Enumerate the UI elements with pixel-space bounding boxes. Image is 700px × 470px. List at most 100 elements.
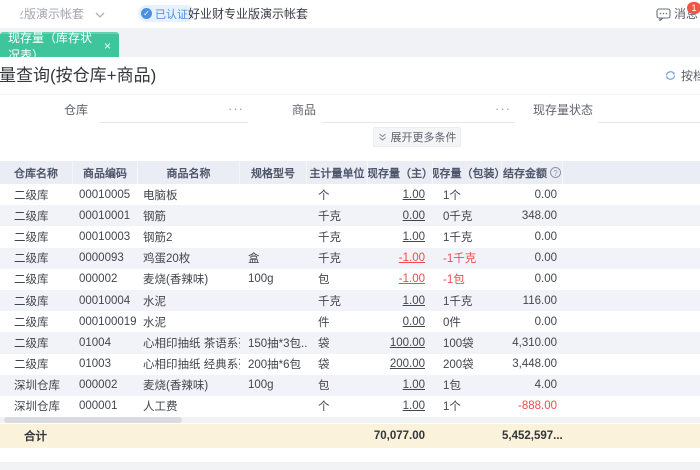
cell-unit: 件 <box>318 316 330 329</box>
cell-qty[interactable]: 1.00 <box>403 400 425 412</box>
cell-warehouse: 深圳仓库 <box>14 401 60 414</box>
table-row: 二级库 000100019 水泥 件 0.00 0件 0.00 <box>0 311 700 333</box>
cell-spec: 150抽*3包... <box>248 337 307 350</box>
cell-unit: 袋 <box>318 359 330 372</box>
page-title: 现存量查询(按仓库+商品) <box>0 66 157 85</box>
cell-code: 00010003 <box>79 230 131 243</box>
account-selector-label: 专业版演示帐套 <box>20 7 85 21</box>
tab-current-stock[interactable]: 现存量（库存状况表） × <box>0 31 119 62</box>
expand-row: 展开更多条件 <box>0 127 700 149</box>
account-selector[interactable]: 专业版演示帐套 <box>20 0 100 28</box>
col-spec-model: 规格型号 <box>240 161 307 184</box>
cell-code: 000100019 <box>79 315 137 328</box>
cell-pkg: 1个 <box>443 189 461 202</box>
stock-status-filter-input[interactable] <box>598 99 700 123</box>
cell-name: 心相印抽纸 茶语系列 ... <box>143 337 240 350</box>
total-row: 合计 70,077.00 5,452,597.... <box>0 424 700 448</box>
warehouse-filter-input[interactable] <box>100 99 248 123</box>
product-filter-input[interactable] <box>322 99 515 123</box>
cell-pkg: 200袋 <box>443 359 474 372</box>
cell-qty[interactable]: -1.00 <box>399 273 425 285</box>
stock-status-filter-label: 现存量状态 <box>533 103 594 117</box>
cell-amount: 116.00 <box>522 294 557 307</box>
scrollbar-thumb[interactable] <box>4 417 182 423</box>
titlebar: 现存量查询(按仓库+商品) 按档 <box>0 57 700 95</box>
cell-amount: -888.00 <box>517 400 557 413</box>
cell-amount: 0.00 <box>534 252 557 265</box>
cell-name: 钢筋 <box>143 210 166 223</box>
table-row: 二级库 00010004 水泥 千克 1.00 1千克 116.00 <box>0 289 700 312</box>
col-qty-main: 现存量（主） <box>368 161 433 184</box>
cell-pkg: 1千克 <box>443 231 473 244</box>
cell-qty[interactable]: 0.00 <box>403 316 425 328</box>
cell-code: 01004 <box>79 336 111 349</box>
switch-arrows-icon <box>664 69 677 82</box>
double-chevron-down-icon <box>378 133 387 142</box>
cell-pkg: 0千克 <box>443 210 473 223</box>
help-icon[interactable]: ? <box>550 167 561 178</box>
cell-amount: 0.00 <box>534 315 557 328</box>
chevron-down-icon[interactable] <box>95 12 105 18</box>
cell-amount: 3,448.00 <box>512 358 557 371</box>
col-balance-amount-label: 结存金额 <box>503 167 547 180</box>
col-qty-package: 现存量（包装） <box>433 161 502 184</box>
cell-unit: 千克 <box>318 231 341 244</box>
cell-name: 鸡蛋20枚 <box>143 253 191 266</box>
cell-qty[interactable]: 0.00 <box>403 210 425 222</box>
cell-amount: 0.00 <box>534 230 557 243</box>
close-icon[interactable]: × <box>104 39 111 53</box>
cell-qty[interactable]: 1.00 <box>403 189 425 201</box>
cell-pkg: -1包 <box>443 274 465 287</box>
col-product-name: 商品名称 <box>138 161 240 184</box>
warehouse-picker-icon[interactable]: ··· <box>228 95 244 123</box>
total-balance-amount: 5,452,597.... <box>502 430 563 442</box>
cell-unit: 个 <box>318 189 330 202</box>
cell-pkg: 1个 <box>443 401 461 414</box>
cell-warehouse: 二级库 <box>14 274 49 287</box>
table-header: 仓库名称 商品编码 商品名称 规格型号 主计量单位 现存量（主） 现存量（包装）… <box>0 161 700 184</box>
page-title-wrap: 现存量查询(按仓库+商品) <box>0 57 320 94</box>
cell-amount: 0.00 <box>534 188 557 201</box>
total-qty-main: 70,077.00 <box>373 430 425 442</box>
cell-code: 00010004 <box>79 294 131 307</box>
cell-qty[interactable]: 1.00 <box>403 379 425 391</box>
cell-qty[interactable]: 200.00 <box>390 358 425 370</box>
view-switch-label: 按档 <box>681 69 700 83</box>
cell-spec: 盒 <box>248 253 260 266</box>
table-body: 二级库 00010005 电脑板个 1.00 1个 0.00 二级库 00010001 钢筋 千克… <box>0 184 700 418</box>
message-icon[interactable] <box>656 8 671 21</box>
cell-qty[interactable]: 100.00 <box>390 337 425 349</box>
topbar: 专业版演示帐套 ✓ 已认证 好业财专业版演示帐套 消息 1 <box>0 0 700 29</box>
table-row: 二级库 00010003 钢筋2 千克 1.00 1千克 0.00 <box>0 226 700 248</box>
cell-spec: 100g <box>248 379 274 392</box>
cell-warehouse: 二级库 <box>14 337 49 350</box>
cell-unit: 包 <box>318 380 330 393</box>
cell-unit: 千克 <box>318 210 341 223</box>
product-picker-icon[interactable]: ··· <box>495 95 511 123</box>
total-label: 合计 <box>24 431 47 443</box>
footer-strip <box>0 462 700 470</box>
cell-unit: 千克 <box>318 253 341 266</box>
cell-amount: 348.00 <box>521 209 557 222</box>
cell-pkg: 0件 <box>443 316 461 329</box>
cell-warehouse: 二级库 <box>14 359 49 372</box>
expand-more-button[interactable]: 展开更多条件 <box>373 127 461 147</box>
cell-qty[interactable]: 1.00 <box>403 295 425 307</box>
view-switch-button[interactable]: 按档 <box>664 57 700 94</box>
cell-qty[interactable]: 1.00 <box>403 231 425 243</box>
verified-badge: ✓ 已认证 <box>138 5 195 22</box>
app-window: { "colors":{ "tab_green":"#3ec59b","nega… <box>0 0 700 470</box>
cell-amount: 0.00 <box>534 273 557 286</box>
table-row: 深圳仓库 000001 人工费 个 1.00 1个 -888.00 <box>0 395 700 418</box>
cell-unit: 个 <box>318 401 330 414</box>
cell-qty[interactable]: -1.00 <box>399 252 425 264</box>
cell-name: 人工费 <box>143 401 178 414</box>
cell-name: 水泥 <box>143 316 166 329</box>
table-row: 二级库 01003 心相印抽纸 经典系列 200抽*6包 袋 200.00 200袋 3,44… <box>0 353 700 375</box>
cell-code: 01003 <box>79 358 111 371</box>
cell-warehouse: 二级库 <box>14 316 49 329</box>
tabbar: 现存量（库存状况表） × <box>0 28 700 62</box>
filter-bar: 仓库 ··· 商品 ··· 现存量状态 <box>0 95 700 127</box>
cell-unit: 千克 <box>318 295 341 308</box>
cell-warehouse: 二级库 <box>14 295 49 308</box>
